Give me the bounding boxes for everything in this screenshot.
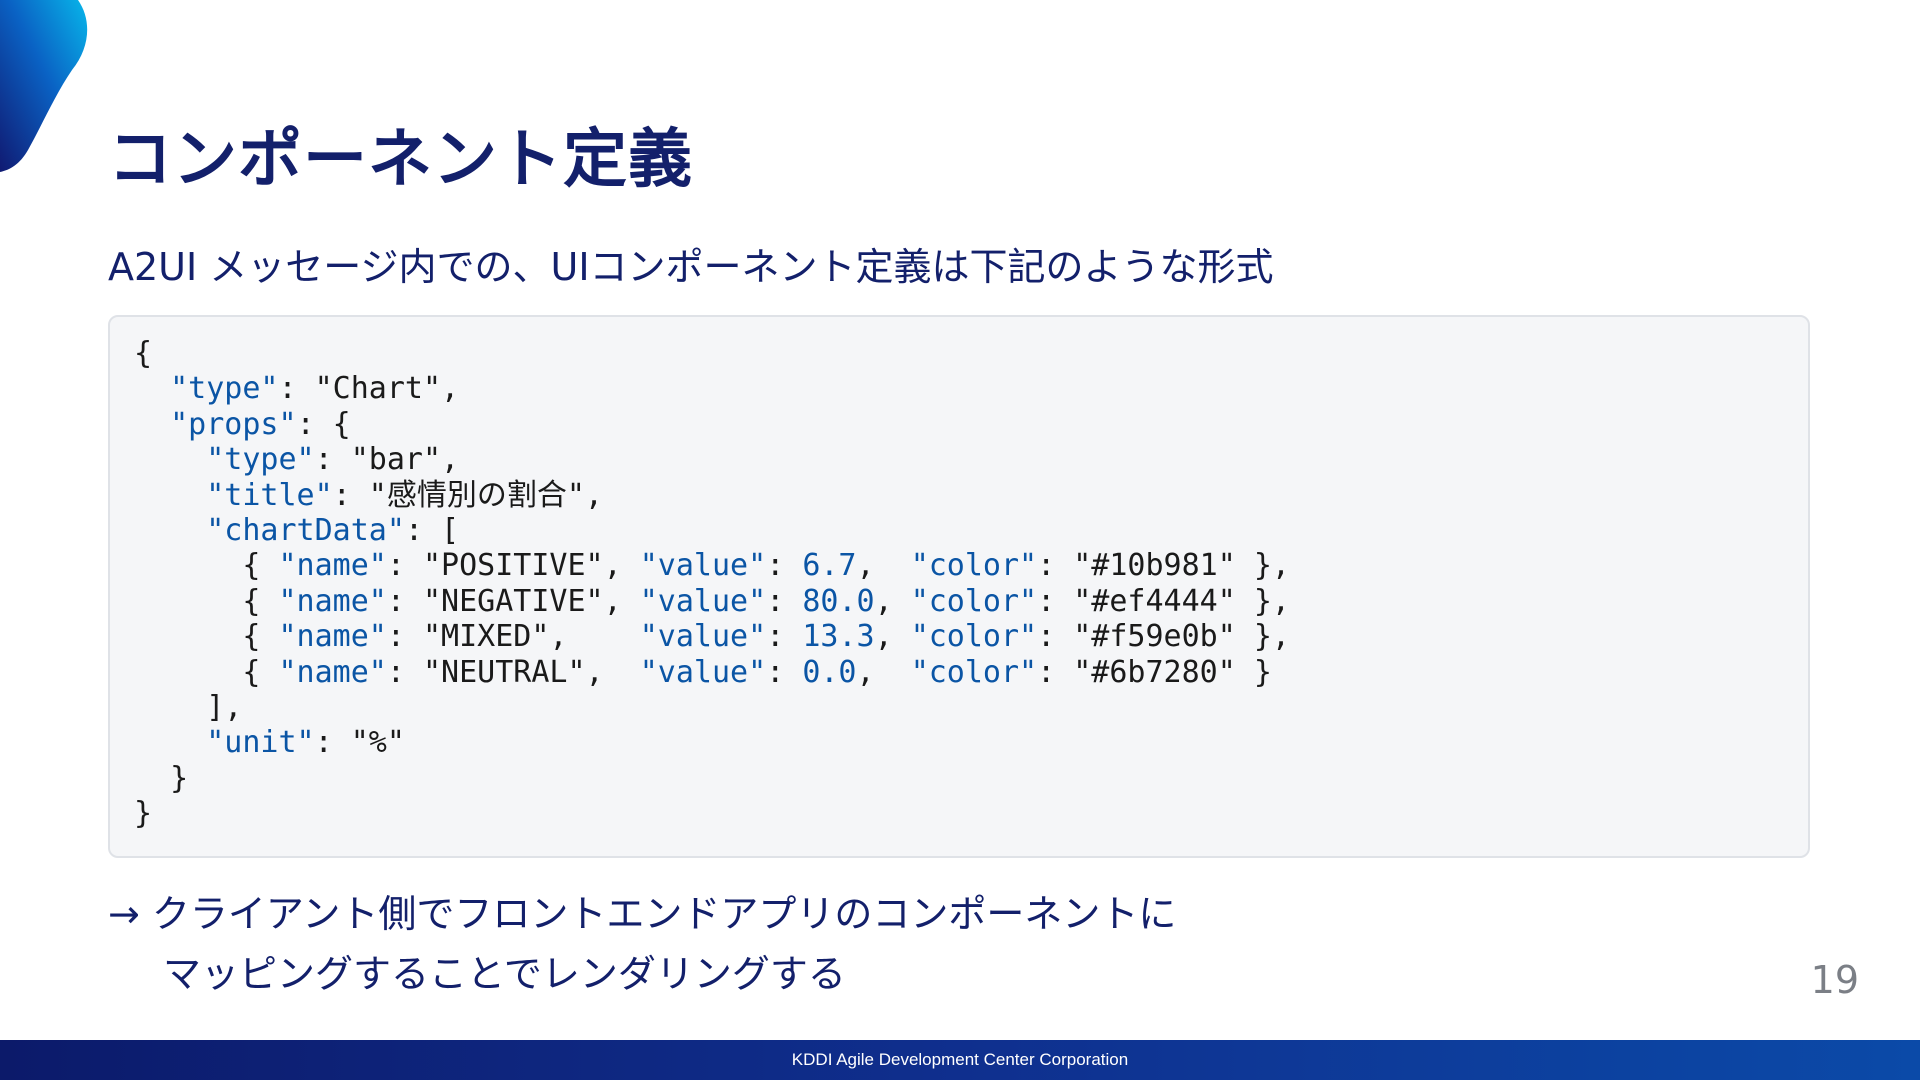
code-line: {	[134, 336, 153, 371]
slide-subtitle: A2UI メッセージ内での、UIコンポーネント定義は下記のような形式	[108, 245, 1274, 289]
page-number: 19	[1810, 958, 1859, 1002]
conclusion-line-2: マッピングすることでレンダリングする	[163, 952, 846, 996]
code-line: "unit": "%"	[206, 725, 405, 761]
code-line: "type": "Chart",	[170, 371, 460, 407]
code-content: { "type": "Chart", "props": { "type": "b…	[134, 336, 1290, 832]
slide-title: コンポーネント定義	[108, 123, 693, 197]
code-line: }	[134, 796, 153, 832]
code-line: "title": "感情別の割合",	[206, 477, 603, 513]
code-line: { "name": "POSITIVE", "value": 6.7, "col…	[134, 548, 1290, 584]
code-line: "type": "bar",	[206, 442, 460, 478]
code-line: { "name": "MIXED", "value": 13.3, "color…	[134, 619, 1290, 655]
code-line: "props": {	[170, 406, 351, 442]
brand-corner-shape	[0, 0, 88, 172]
footer-bar: KDDI Agile Development Center Corporatio…	[0, 1040, 1920, 1080]
footer-company-name: KDDI Agile Development Center Corporatio…	[791, 1050, 1129, 1069]
code-line: }	[134, 760, 189, 796]
conclusion-text: → クライアント側でフロントエンドアプリのコンポーネントに マッピングすることで…	[108, 884, 1176, 1004]
conclusion-line-1: → クライアント側でフロントエンドアプリのコンポーネントに	[108, 892, 1177, 936]
code-line: ],	[134, 690, 243, 726]
code-line: { "name": "NEUTRAL", "value": 0.0, "colo…	[134, 654, 1272, 690]
code-block: { "type": "Chart", "props": { "type": "b…	[108, 315, 1810, 858]
code-line: { "name": "NEGATIVE", "value": 80.0, "co…	[134, 583, 1290, 619]
code-line: "chartData": [	[206, 513, 460, 549]
